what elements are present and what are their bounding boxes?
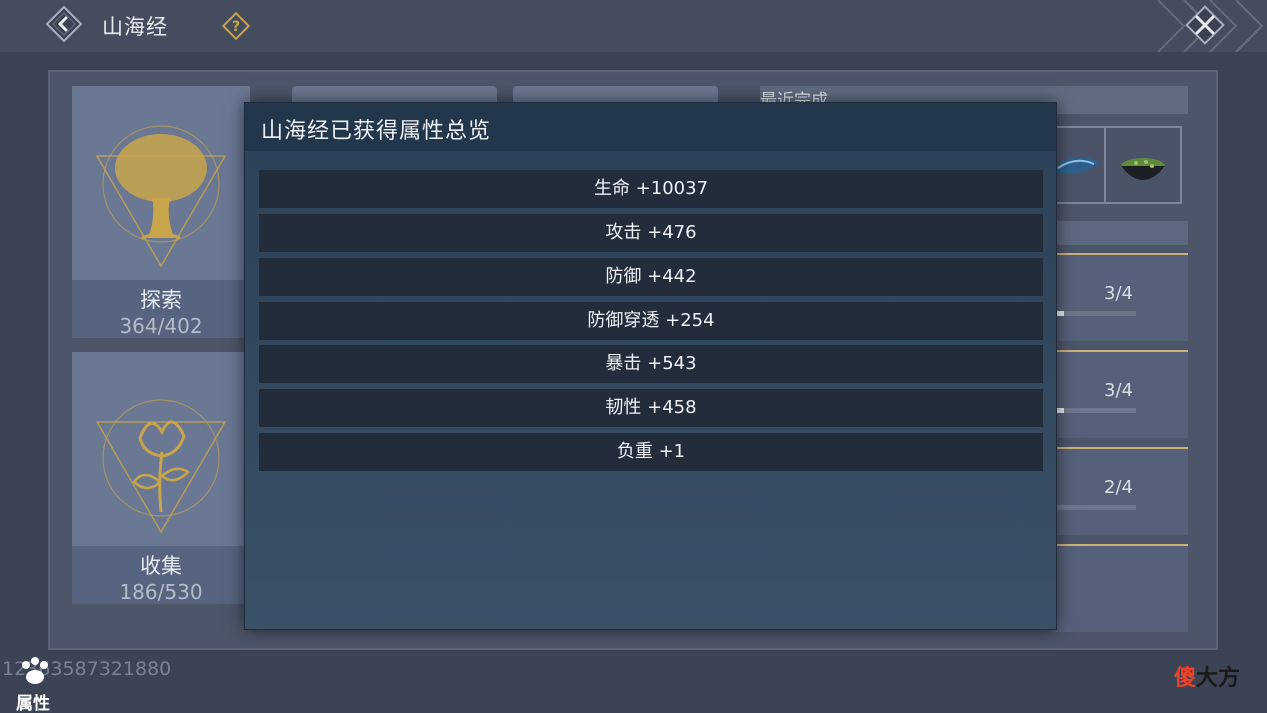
svg-text:?: ? <box>232 19 240 35</box>
collect-count: 186/530 <box>119 580 203 604</box>
paw-icon <box>22 657 48 684</box>
task-progress-bar <box>1056 311 1136 316</box>
task-progress-text: 3/4 <box>1104 283 1133 304</box>
stat-row-tenacity: 韧性 +458 <box>259 389 1043 427</box>
stat-row-hp: 生命 +10037 <box>259 170 1043 208</box>
attribute-overview-modal[interactable]: 山海经已获得属性总览 生命 +10037 攻击 +476 防御 +442 防御穿… <box>244 102 1057 630</box>
attribute-label: 属性 <box>16 694 50 713</box>
modal-header: 山海经已获得属性总览 <box>245 103 1056 151</box>
explore-card[interactable]: 探索 364/402 <box>72 86 250 338</box>
stat-row-weight: 负重 +1 <box>259 433 1043 471</box>
question-icon: ? <box>221 11 251 41</box>
close-button[interactable] <box>1182 2 1228 48</box>
collect-label: 收集 <box>140 554 182 578</box>
chevron-left-icon <box>45 5 83 43</box>
page-title: 山海经 <box>102 15 168 39</box>
top-bar: 山海经 ? <box>0 0 1267 52</box>
explore-label-area: 探索 364/402 <box>72 280 250 338</box>
flower-emblem-icon <box>95 399 227 534</box>
task-list-header <box>1056 221 1188 245</box>
stat-row-defense: 防御 +442 <box>259 258 1043 296</box>
explore-label: 探索 <box>140 288 182 312</box>
collect-label-area: 收集 186/530 <box>72 546 250 604</box>
close-icon <box>1185 5 1225 45</box>
task-progress-text: 3/4 <box>1104 380 1133 401</box>
task-progress-bar <box>1056 408 1136 413</box>
stat-row-crit: 暴击 +543 <box>259 345 1043 383</box>
explore-count: 364/402 <box>119 314 203 338</box>
back-button[interactable] <box>44 4 84 44</box>
task-progress-text: 2/4 <box>1104 477 1133 498</box>
watermark-logo: 傻大方 <box>1174 660 1240 692</box>
task-card[interactable]: 3/4 <box>1056 253 1188 341</box>
stat-row-attack: 攻击 +476 <box>259 214 1043 252</box>
help-button[interactable]: ? <box>221 11 251 41</box>
recent-item-bowl[interactable] <box>1104 126 1182 204</box>
tree-emblem-icon <box>95 125 227 268</box>
task-card[interactable]: 2/4 <box>1056 447 1188 535</box>
bowl-icon <box>1121 158 1165 180</box>
stat-row-penetration: 防御穿透 +254 <box>259 302 1043 340</box>
attribute-button[interactable]: 属性 <box>12 655 58 713</box>
task-progress-bar <box>1056 505 1136 510</box>
modal-title: 山海经已获得属性总览 <box>261 119 492 144</box>
collect-card[interactable]: 收集 186/530 <box>72 352 250 604</box>
watermark-part2: 大方 <box>1196 666 1241 691</box>
task-card[interactable]: 3/4 <box>1056 350 1188 438</box>
task-card[interactable] <box>1056 544 1188 632</box>
watermark-part1: 傻 <box>1174 666 1197 691</box>
